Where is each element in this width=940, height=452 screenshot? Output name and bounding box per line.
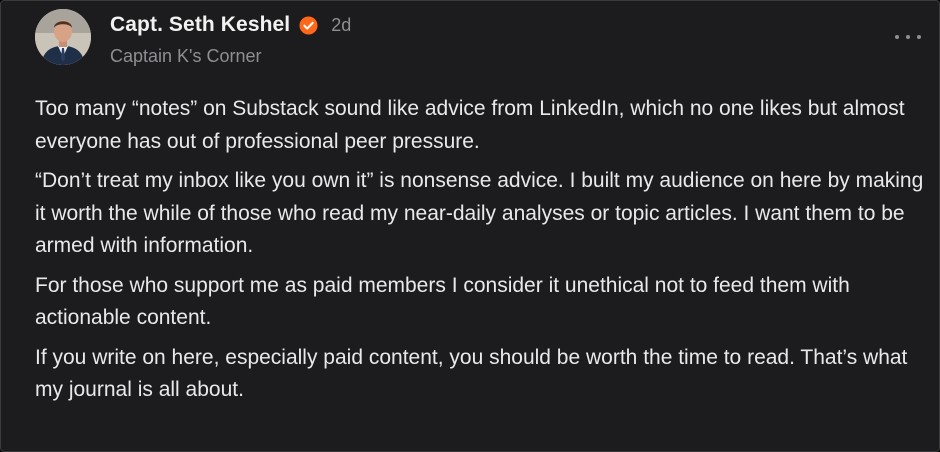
note-body: Too many “notes” on Substack sound like … bbox=[35, 93, 925, 414]
note-paragraph: “Don’t treat my inbox like you own it” i… bbox=[35, 169, 924, 257]
timestamp[interactable]: 2d bbox=[331, 15, 351, 36]
author-name[interactable]: Capt. Seth Keshel bbox=[110, 13, 290, 37]
author-line: Capt. Seth Keshel 2d bbox=[110, 11, 351, 39]
note-card: Capt. Seth Keshel 2d Captain K's Corner … bbox=[0, 0, 940, 452]
verified-badge-icon bbox=[299, 15, 318, 35]
note-paragraph: For those who support me as paid members… bbox=[35, 273, 850, 330]
note-paragraph: Too many “notes” on Substack sound like … bbox=[35, 97, 905, 153]
more-horizontal-icon bbox=[906, 35, 910, 39]
more-options-button[interactable] bbox=[895, 29, 921, 45]
note-header: Capt. Seth Keshel 2d Captain K's Corner bbox=[1, 1, 939, 81]
avatar[interactable] bbox=[35, 9, 91, 65]
note-paragraph: If you write on here, especially paid co… bbox=[35, 345, 908, 402]
more-horizontal-icon bbox=[895, 35, 899, 39]
more-horizontal-icon bbox=[917, 35, 921, 39]
publication-name[interactable]: Captain K's Corner bbox=[110, 46, 262, 67]
